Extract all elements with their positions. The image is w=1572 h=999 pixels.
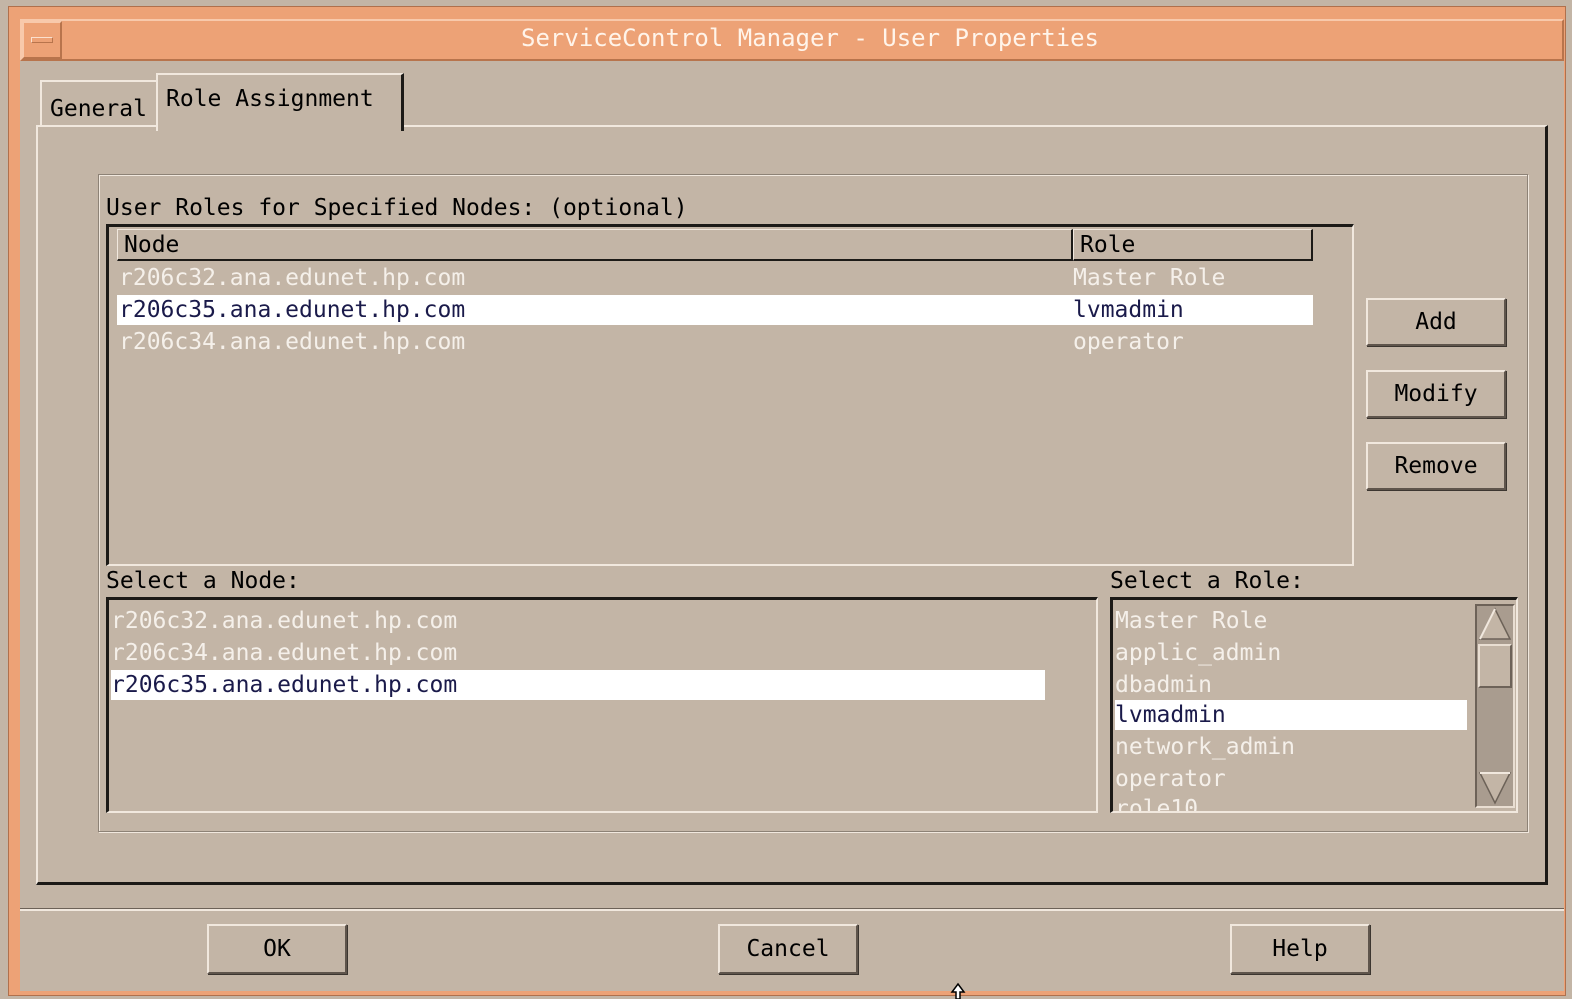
select-node-label: Select a Node: bbox=[106, 568, 300, 594]
scroll-down-arrow-icon[interactable] bbox=[1477, 770, 1513, 806]
role-select-list[interactable]: Master Role applic_admin dbadmin lvmadmi… bbox=[1110, 597, 1518, 813]
table-row[interactable]: r206c34.ana.edunet.hp.com operator bbox=[117, 327, 1313, 357]
list-item[interactable]: network_admin bbox=[1115, 732, 1467, 762]
list-item[interactable]: operator bbox=[1115, 764, 1467, 794]
column-header-role-label: Role bbox=[1080, 232, 1136, 258]
list-item[interactable]: r206c32.ana.edunet.hp.com bbox=[111, 606, 1045, 636]
help-button[interactable]: Help bbox=[1230, 924, 1370, 974]
ok-button[interactable]: OK bbox=[207, 924, 347, 974]
table-row[interactable]: r206c32.ana.edunet.hp.com Master Role bbox=[117, 263, 1313, 293]
node-select-list[interactable]: r206c32.ana.edunet.hp.com r206c34.ana.ed… bbox=[106, 597, 1098, 813]
list-item-selected[interactable]: r206c35.ana.edunet.hp.com bbox=[111, 670, 1045, 700]
list-item[interactable]: r206c34.ana.edunet.hp.com bbox=[111, 638, 1045, 668]
add-button[interactable]: Add bbox=[1366, 298, 1506, 346]
cancel-button[interactable]: Cancel bbox=[718, 924, 858, 974]
remove-button[interactable]: Remove bbox=[1366, 442, 1506, 490]
list-item[interactable]: role10 bbox=[1115, 794, 1467, 811]
scroll-up-arrow-icon[interactable] bbox=[1477, 606, 1513, 642]
user-roles-list[interactable]: Node Role r206c32.ana.edunet.hp.com Mast… bbox=[106, 224, 1354, 566]
table-cell-role: Master Role bbox=[1073, 265, 1226, 291]
tab-role-assignment-label: Role Assignment bbox=[166, 86, 374, 112]
scroll-thumb[interactable] bbox=[1478, 644, 1512, 688]
window-menu-icon bbox=[31, 37, 53, 43]
table-cell-node: r206c35.ana.edunet.hp.com bbox=[119, 297, 466, 323]
tab-role-assignment[interactable]: Role Assignment bbox=[156, 73, 404, 131]
table-cell-role: operator bbox=[1073, 329, 1184, 355]
column-header-node[interactable]: Node bbox=[117, 229, 1073, 261]
table-row-selected[interactable]: r206c35.ana.edunet.hp.com lvmadmin bbox=[117, 295, 1313, 325]
table-cell-role: lvmadmin bbox=[1073, 297, 1184, 323]
column-header-role[interactable]: Role bbox=[1073, 229, 1313, 261]
modify-button[interactable]: Modify bbox=[1366, 370, 1506, 418]
list-item[interactable]: Master Role bbox=[1115, 606, 1467, 636]
list-item[interactable]: dbadmin bbox=[1115, 670, 1467, 700]
role-list-scrollbar[interactable] bbox=[1475, 604, 1515, 808]
tab-general-label: General bbox=[50, 96, 147, 122]
select-role-label: Select a Role: bbox=[1110, 568, 1304, 594]
table-cell-node: r206c34.ana.edunet.hp.com bbox=[119, 329, 466, 355]
role-list-viewport: Master Role applic_admin dbadmin lvmadmi… bbox=[1113, 600, 1469, 811]
column-header-node-label: Node bbox=[124, 232, 180, 258]
table-cell-node: r206c32.ana.edunet.hp.com bbox=[119, 265, 466, 291]
window-title: ServiceControl Manager - User Properties bbox=[521, 24, 1099, 52]
footer-separator bbox=[20, 908, 1564, 911]
list-item[interactable]: applic_admin bbox=[1115, 638, 1467, 668]
mouse-cursor-icon bbox=[950, 982, 966, 999]
list-item-selected[interactable]: lvmadmin bbox=[1115, 700, 1467, 730]
user-roles-label: User Roles for Specified Nodes: (optiona… bbox=[106, 195, 688, 221]
